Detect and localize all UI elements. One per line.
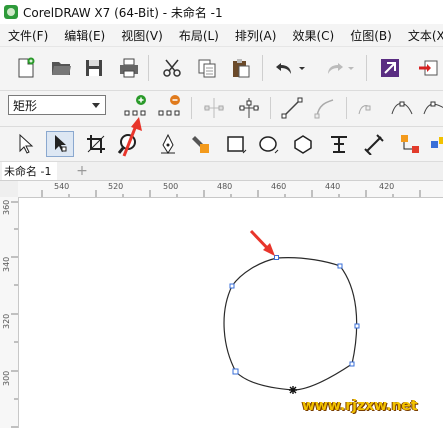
toolbar-separator	[270, 97, 271, 119]
print-icon[interactable]	[117, 56, 141, 80]
hruler-label: 480	[217, 182, 233, 191]
parallel-dimension-icon[interactable]	[362, 132, 386, 156]
copy-icon[interactable]	[195, 56, 219, 80]
property-bar: 矩形	[0, 91, 443, 127]
toolbar-separator	[262, 55, 263, 81]
menu-bitmaps[interactable]: 位图(B)	[342, 27, 400, 44]
menu-text[interactable]: 文本(X)	[400, 27, 443, 44]
curve-node	[274, 255, 279, 260]
redo-dropdown-icon[interactable]	[345, 56, 357, 80]
save-icon[interactable]	[82, 56, 106, 80]
toolbar-separator	[366, 55, 367, 81]
center-marker-icon	[289, 386, 297, 394]
shape-selector-dropdown[interactable]: 矩形	[8, 95, 106, 115]
undo-icon[interactable]	[273, 56, 297, 80]
import-icon[interactable]	[378, 56, 402, 80]
to-line-icon[interactable]	[280, 96, 304, 120]
title-bar: CorelDRAW X7 (64-Bit) - 未命名 -1	[0, 0, 443, 24]
standard-toolbar	[0, 47, 443, 91]
vruler-label: 340	[2, 256, 11, 272]
add-node-icon[interactable]	[124, 94, 148, 118]
drawing-canvas[interactable]	[19, 198, 443, 428]
chevron-down-icon	[92, 103, 100, 108]
vruler-label: 360	[2, 199, 11, 215]
document-tab-label: 未命名 -1	[4, 165, 52, 178]
symmetrical-node-icon[interactable]	[422, 96, 443, 120]
hruler-label: 440	[325, 182, 341, 191]
menu-file[interactable]: 文件(F)	[0, 27, 56, 44]
ellipse-tool-icon[interactable]	[257, 132, 281, 156]
hruler-label: 420	[379, 182, 395, 191]
document-tab[interactable]: 未命名 -1	[2, 162, 58, 180]
add-tab-button[interactable]: +	[72, 162, 92, 180]
undo-dropdown-icon[interactable]	[296, 56, 308, 80]
window-title: CorelDRAW X7 (64-Bit) - 未命名 -1	[23, 5, 223, 20]
toolbar-separator	[346, 97, 347, 119]
curve-node	[349, 361, 355, 367]
zoom-tool-icon[interactable]	[116, 132, 140, 156]
pick-tool-icon[interactable]	[14, 132, 38, 156]
horizontal-ruler[interactable]: 540 520 500 480 460 440 420	[18, 181, 443, 198]
curve-node	[337, 263, 343, 269]
toolbar-separator	[148, 55, 149, 81]
menu-bar: 文件(F) 编辑(E) 视图(V) 布局(L) 排列(A) 效果(C) 位图(B…	[0, 24, 443, 47]
delete-node-icon[interactable]	[158, 94, 182, 118]
to-curve-icon[interactable]	[313, 96, 337, 120]
coreldraw-app-icon	[4, 5, 18, 19]
vruler-label: 320	[2, 313, 11, 329]
blend-tool-icon[interactable]	[428, 132, 443, 156]
hruler-label: 500	[163, 182, 179, 191]
toolbar-separator	[191, 97, 192, 119]
curve-node	[232, 368, 239, 375]
curve-node	[354, 323, 360, 329]
menu-view[interactable]: 视图(V)	[113, 27, 171, 44]
new-document-icon[interactable]	[14, 56, 38, 80]
hruler-label: 460	[271, 182, 287, 191]
export-icon[interactable]	[416, 56, 440, 80]
rectangle-tool-icon[interactable]	[224, 132, 248, 156]
text-tool-icon[interactable]	[327, 132, 351, 156]
hruler-label: 540	[54, 182, 70, 191]
polygon-tool-icon[interactable]	[291, 132, 315, 156]
edited-curve-shape	[223, 257, 358, 391]
open-folder-icon[interactable]	[49, 56, 73, 80]
watermark-text: www.rjzxw.net	[302, 398, 418, 414]
join-nodes-icon[interactable]	[202, 96, 226, 120]
hruler-label: 520	[108, 182, 124, 191]
artistic-media-icon[interactable]	[189, 132, 213, 156]
connector-tool-icon[interactable]	[398, 132, 422, 156]
document-tab-bar: 未命名 -1 +	[0, 162, 443, 181]
curve-node	[229, 283, 235, 289]
vruler-label: 300	[2, 370, 11, 386]
shape-selector-value: 矩形	[13, 98, 38, 113]
menu-effects[interactable]: 效果(C)	[284, 27, 342, 44]
redo-icon[interactable]	[322, 56, 346, 80]
cusp-node-icon[interactable]	[356, 96, 380, 120]
ruler-origin[interactable]	[0, 181, 19, 198]
toolbox	[0, 127, 443, 162]
smooth-node-icon[interactable]	[390, 96, 414, 120]
paste-icon[interactable]	[229, 56, 253, 80]
shape-tool-icon[interactable]	[46, 131, 74, 157]
vertical-ruler[interactable]: 360 340 320 300	[0, 197, 19, 428]
crop-tool-icon[interactable]	[84, 132, 108, 156]
menu-arrange[interactable]: 排列(A)	[227, 27, 285, 44]
menu-layout[interactable]: 布局(L)	[171, 27, 227, 44]
vertical-ruler-ticks	[11, 201, 18, 428]
canvas-drawing	[223, 229, 360, 394]
cut-icon[interactable]	[160, 56, 184, 80]
freehand-tool-icon[interactable]	[156, 132, 180, 156]
break-curve-icon[interactable]	[237, 96, 261, 120]
menu-edit[interactable]: 编辑(E)	[56, 27, 113, 44]
